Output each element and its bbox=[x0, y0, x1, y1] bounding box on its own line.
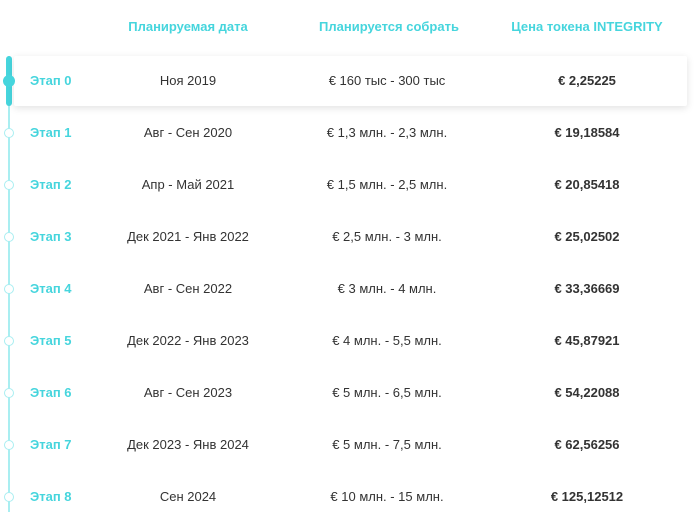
header-token-price: Цена токена INTEGRITY bbox=[511, 19, 663, 34]
stage-date: Авг - Сен 2023 bbox=[143, 385, 233, 400]
stage-date: Авг - Сен 2022 bbox=[143, 281, 233, 296]
stage-row[interactable]: Этап 1 Авг - Сен 2020 € 1,3 млн. - 2,3 млн… bbox=[0, 108, 699, 160]
stage-row[interactable]: Этап 3 Дек 2021 - Янв 2022 € 2,5 млн. - 3 … bbox=[0, 212, 699, 264]
stage-date: Авг - Сен 2020 bbox=[143, 125, 233, 140]
timeline-dot-icon bbox=[4, 232, 14, 242]
stage-row[interactable]: Этап 6 Авг - Сен 2023 € 5 млн. - 6,5 млн. €… bbox=[0, 368, 699, 420]
timeline-dot-icon bbox=[4, 180, 14, 190]
timeline-dot-icon bbox=[4, 440, 14, 450]
stage-raise-amount: € 160 тыс - 300 тыс bbox=[328, 73, 446, 88]
stage-date: Ноя 2019 bbox=[159, 73, 217, 88]
timeline-dot-icon bbox=[4, 336, 14, 346]
stage-token-price: € 33,36669 bbox=[554, 281, 620, 296]
roadmap-table: Планируемая дата Планируется собрать Цен… bbox=[0, 0, 699, 526]
stage-label: Этап 2 bbox=[30, 177, 72, 192]
timeline-dot-icon bbox=[4, 388, 14, 398]
table-header: Планируемая дата Планируется собрать Цен… bbox=[0, 19, 699, 37]
stage-row[interactable]: Этап 4 Авг - Сен 2022 € 3 млн. - 4 млн. € 3… bbox=[0, 264, 699, 316]
stage-raise-amount: € 5 млн. - 6,5 млн. bbox=[332, 385, 442, 400]
stage-raise-amount: € 10 млн. - 15 млн. bbox=[330, 489, 444, 504]
timeline-dot-icon bbox=[4, 128, 14, 138]
stage-label: Этап 4 bbox=[30, 281, 72, 296]
timeline-dot-icon bbox=[4, 492, 14, 502]
stage-token-price: € 2,25225 bbox=[558, 73, 616, 88]
stage-token-price: € 45,87921 bbox=[554, 333, 620, 348]
stage-label: Этап 5 bbox=[30, 333, 72, 348]
timeline-dot-active-icon bbox=[3, 75, 15, 87]
stage-rows: Этап 0 Ноя 2019 € 160 тыс - 300 тыс € 2,252… bbox=[0, 56, 699, 524]
stage-raise-amount: € 3 млн. - 4 млн. bbox=[337, 281, 437, 296]
stage-raise-amount: € 1,3 млн. - 2,3 млн. bbox=[326, 125, 448, 140]
stage-raise-amount: € 5 млн. - 7,5 млн. bbox=[332, 437, 442, 452]
stage-token-price: € 19,18584 bbox=[554, 125, 620, 140]
stage-token-price: € 25,02502 bbox=[554, 229, 620, 244]
stage-raise-amount: € 2,5 млн. - 3 млн. bbox=[332, 229, 442, 244]
stage-row[interactable]: Этап 0 Ноя 2019 € 160 тыс - 300 тыс € 2,252… bbox=[0, 56, 699, 108]
header-planned-date: Планируемая дата bbox=[128, 19, 248, 34]
stage-row[interactable]: Этап 7 Дек 2023 - Янв 2024 € 5 млн. - 7,5 … bbox=[0, 420, 699, 472]
stage-row[interactable]: Этап 8 Сен 2024 € 10 млн. - 15 млн. € 125,1… bbox=[0, 472, 699, 524]
stage-label: Этап 3 bbox=[30, 229, 72, 244]
stage-row[interactable]: Этап 2 Апр - Май 2021 € 1,5 млн. - 2,5 млн… bbox=[0, 160, 699, 212]
stage-label: Этап 7 bbox=[30, 437, 72, 452]
stage-token-price: € 125,12512 bbox=[550, 489, 624, 504]
stage-label: Этап 1 bbox=[30, 125, 72, 140]
stage-row[interactable]: Этап 5 Дек 2022 - Янв 2023 € 4 млн. - 5,5 … bbox=[0, 316, 699, 368]
stage-label: Этап 0 bbox=[30, 73, 72, 88]
timeline-dot-icon bbox=[4, 284, 14, 294]
stage-token-price: € 62,56256 bbox=[554, 437, 620, 452]
stage-label: Этап 8 bbox=[30, 489, 72, 504]
stage-label: Этап 6 bbox=[30, 385, 72, 400]
stage-token-price: € 54,22088 bbox=[554, 385, 620, 400]
stage-raise-amount: € 1,5 млн. - 2,5 млн. bbox=[326, 177, 448, 192]
stage-date: Дек 2022 - Янв 2023 bbox=[127, 333, 249, 348]
stage-date: Сен 2024 bbox=[159, 489, 217, 504]
stage-token-price: € 20,85418 bbox=[554, 177, 620, 192]
header-planned-raise: Планируется собрать bbox=[319, 19, 459, 34]
stage-date: Дек 2021 - Янв 2022 bbox=[127, 229, 249, 244]
stage-date: Дек 2023 - Янв 2024 bbox=[127, 437, 249, 452]
stage-date: Апр - Май 2021 bbox=[141, 177, 235, 192]
stage-raise-amount: € 4 млн. - 5,5 млн. bbox=[332, 333, 442, 348]
